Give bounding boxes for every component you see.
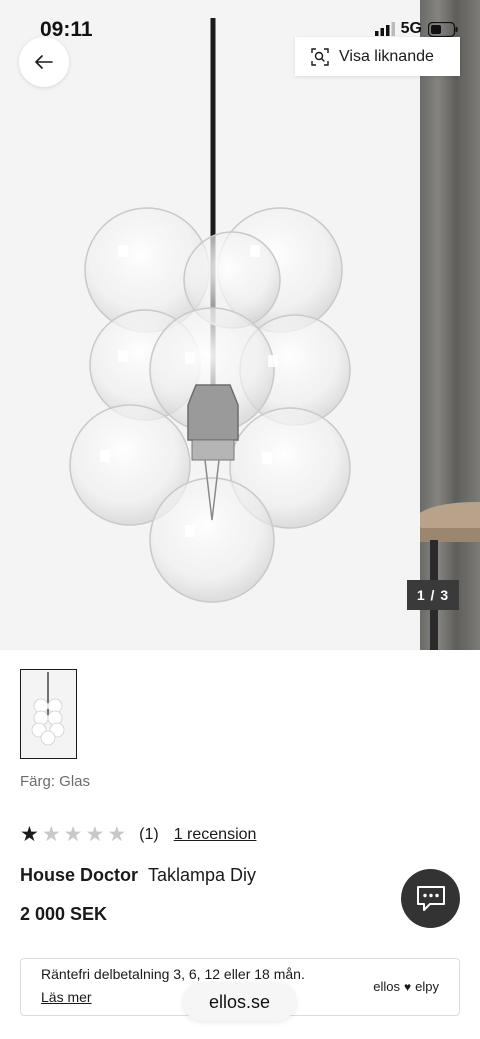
product-price: 2 000 SEK [20, 904, 108, 924]
review-count: (1) [139, 825, 159, 843]
reviews-link[interactable]: 1 recension [174, 826, 257, 844]
star-3-icon: ★ [63, 823, 83, 846]
color-label: Färg: Glas [20, 773, 91, 790]
payment-logo: ellos ♥ elpy [373, 979, 439, 994]
rating-row[interactable]: ★ ★ ★ ★ ★ (1) 1 recension [20, 824, 256, 845]
back-button[interactable] [19, 37, 69, 87]
visual-search-icon [311, 47, 329, 66]
browser-url-bar[interactable]: ellos.se [183, 983, 296, 1021]
installment-text: Räntefri delbetalning 3, 6, 12 eller 18 … [41, 966, 305, 982]
product-image-gallery[interactable] [0, 0, 480, 650]
star-1-icon: ★ [20, 823, 39, 846]
status-indicators: 5G [374, 20, 458, 38]
arrow-left-icon [35, 55, 53, 69]
next-image-peek [420, 0, 480, 650]
signal-icon [374, 22, 395, 36]
product-brand[interactable]: House Doctor [20, 865, 138, 885]
pendant-lamp-image [69, 18, 351, 603]
battery-icon [428, 21, 458, 37]
chat-bubble-icon [416, 885, 445, 911]
logo-elpy: elpy [415, 979, 439, 994]
show-similar-button[interactable]: Visa liknande [295, 37, 460, 76]
star-2-icon: ★ [41, 823, 61, 846]
logo-ellos: ellos [373, 979, 401, 994]
star-5-icon: ★ [107, 823, 127, 846]
image-counter: 1 / 3 [407, 580, 459, 610]
show-similar-label: Visa liknande [339, 47, 434, 65]
star-4-icon: ★ [85, 823, 105, 846]
product-title: House Doctor Taklampa Diy [20, 865, 256, 886]
heart-icon: ♥ [404, 979, 412, 994]
product-name: Taklampa Diy [148, 865, 257, 885]
chat-button[interactable] [401, 869, 460, 928]
thumbnail-lamp-image [31, 672, 65, 746]
thumbnail-image-1[interactable] [20, 669, 77, 759]
read-more-link[interactable]: Läs mer [41, 989, 92, 1005]
network-type: 5G [400, 20, 422, 37]
